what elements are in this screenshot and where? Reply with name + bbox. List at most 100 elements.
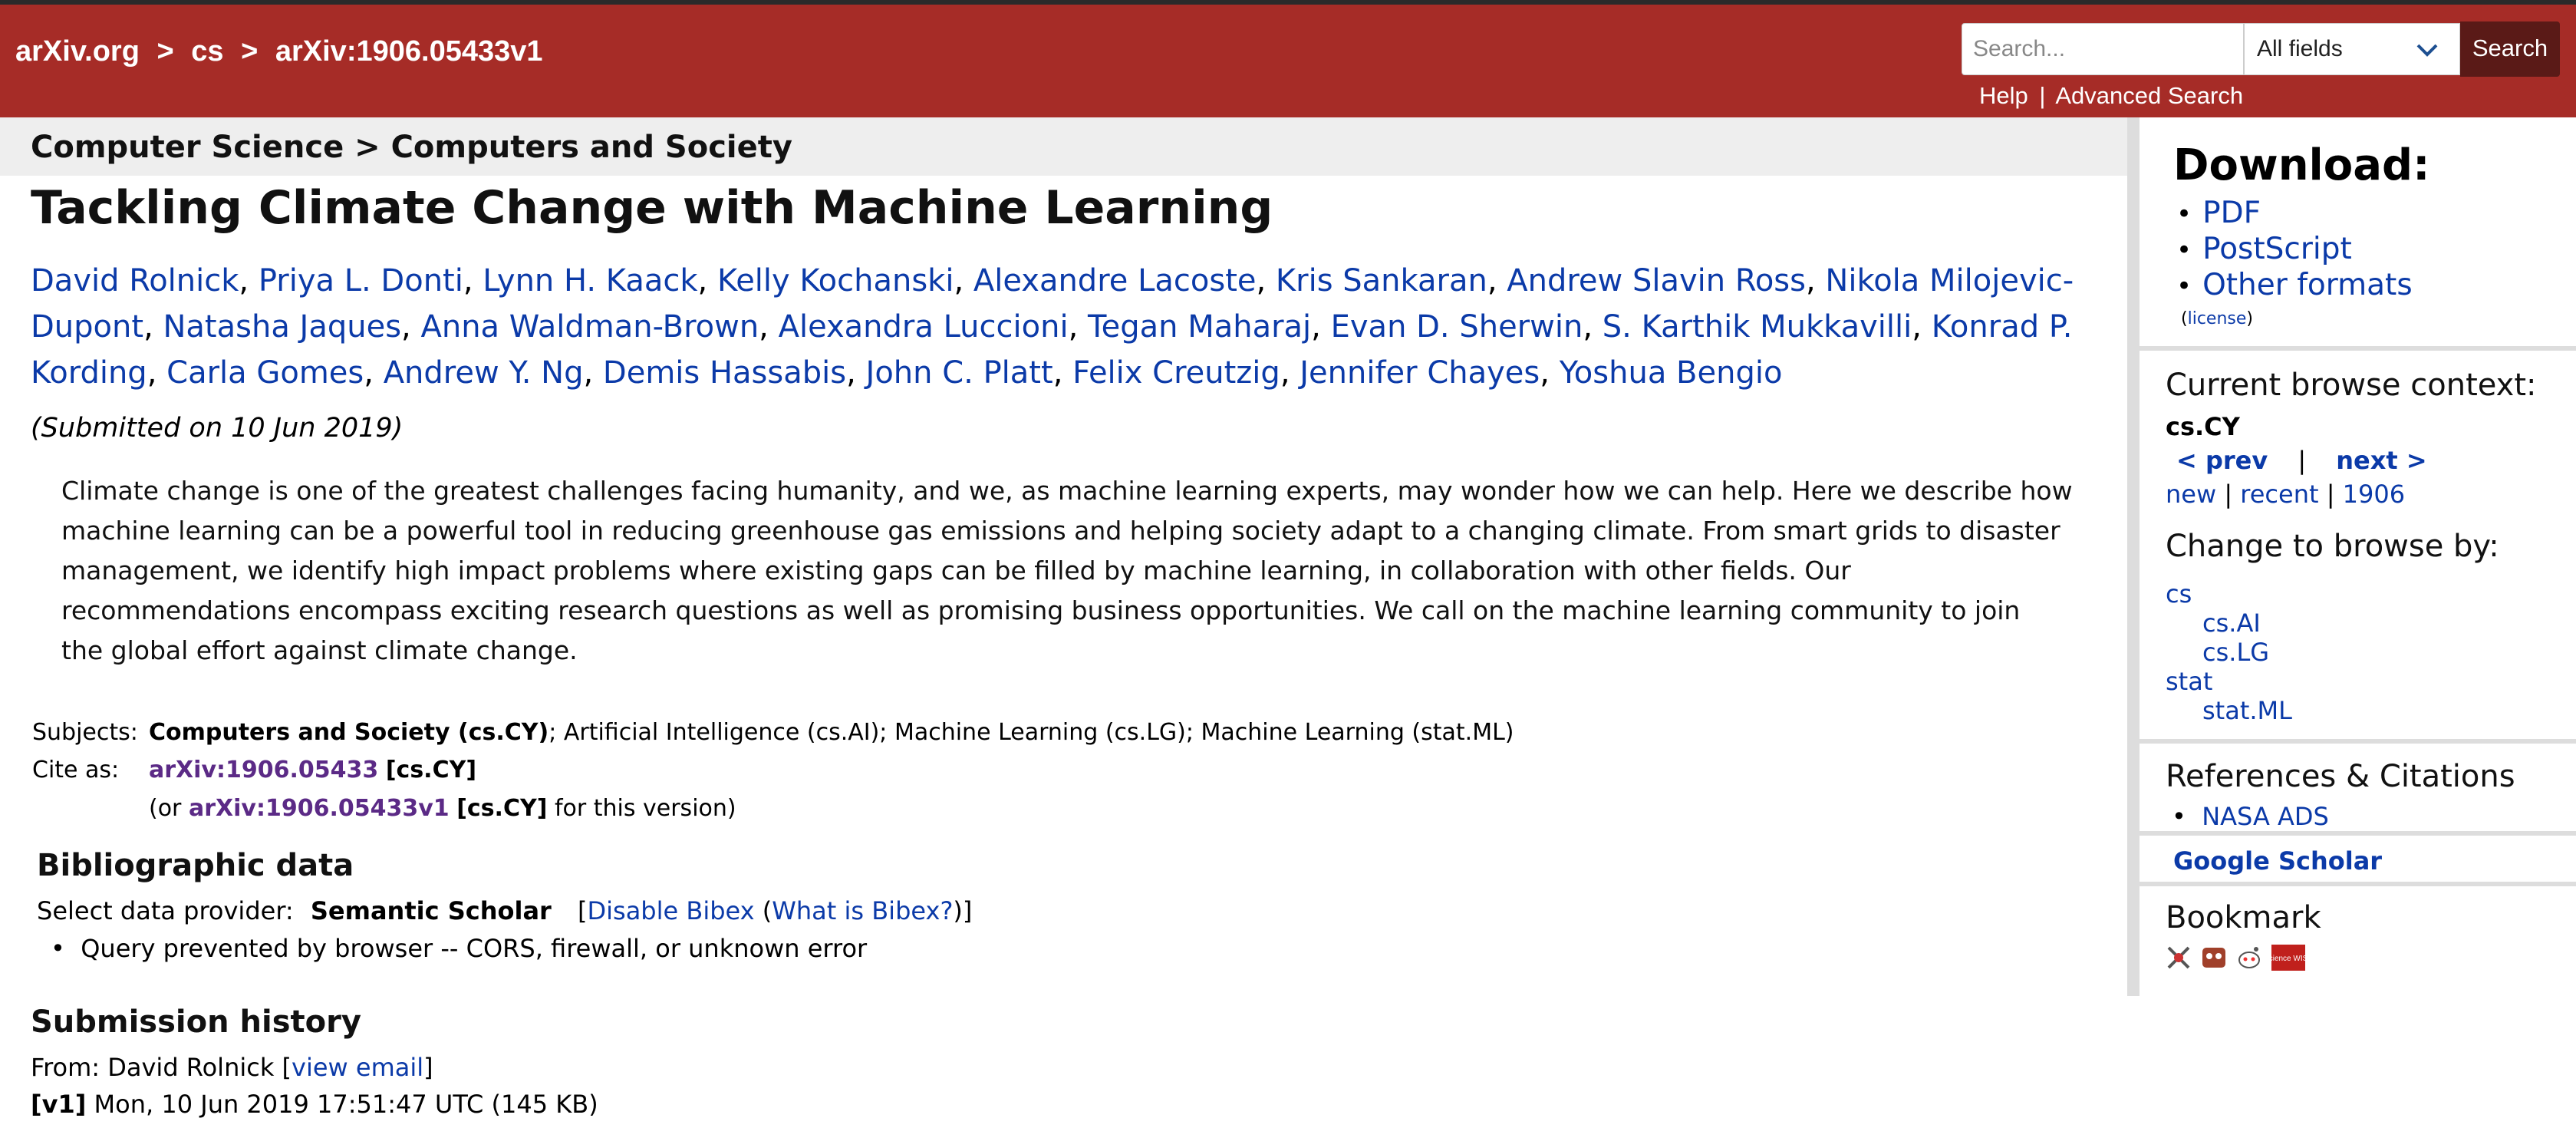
paren: ( (2181, 309, 2188, 328)
breadcrumb-separator: > (241, 35, 259, 68)
postscript-link[interactable]: PostScript (2202, 232, 2352, 266)
select-provider-label: Select data provider: (37, 896, 294, 925)
search-field-select[interactable]: All fields (2244, 23, 2460, 75)
browse-context-box: Current browse context: cs.CY < prev | n… (2140, 351, 2576, 744)
bullet-dot: • (2172, 802, 2202, 831)
version-cite-row: (or arXiv:1906.05433v1 [cs.CY] for this … (149, 795, 736, 822)
breadcrumb: arXiv.org > cs > arXiv:1906.05433v1 (15, 35, 543, 68)
cite-row: Cite as: arXiv:1906.05433 [cs.CY] (32, 757, 476, 783)
pipe: | (2326, 480, 2335, 509)
author-link[interactable]: Anna Waldman-Brown (420, 309, 759, 345)
author-link[interactable]: Felix Creutzig (1072, 355, 1280, 391)
bookmark-box: Bookmark Science WISE (2140, 886, 2576, 996)
other-formats-link[interactable]: Other formats (2202, 268, 2413, 302)
breadcrumb-cs-link[interactable]: cs (191, 35, 223, 68)
reddit-icon[interactable] (2236, 945, 2262, 971)
from-text: From: David Rolnick [ (31, 1053, 292, 1082)
author-link[interactable]: Dupont (31, 309, 143, 345)
history-v1: [v1] Mon, 10 Jun 2019 17:51:47 UTC (145 … (31, 1090, 598, 1119)
breadcrumb-paper-id: arXiv:1906.05433v1 (275, 35, 543, 68)
subjects-label: Subjects: (32, 719, 138, 746)
advanced-search-link[interactable]: Advanced Search (2055, 82, 2243, 109)
help-links: Help | Advanced Search (1979, 82, 2243, 110)
abstract-line: Climate change is one of the greatest ch… (61, 476, 2073, 506)
year-link[interactable]: 1906 (2343, 480, 2405, 509)
author-link[interactable]: Andrew Slavin Ross (1507, 263, 1806, 298)
abstract-line: machine learning can be a powerful tool … (61, 516, 2060, 546)
prev-next-row: < prev | next > (2176, 446, 2427, 475)
search-button[interactable]: Search (2460, 21, 2560, 77)
or-suffix: for this version) (554, 795, 736, 822)
prev-link[interactable]: < prev (2176, 446, 2268, 475)
author-link[interactable]: Kelly Kochanski (717, 263, 954, 298)
author-link[interactable]: Konrad P. (1932, 309, 2073, 345)
browse-cs-lg-link[interactable]: cs.LG (2202, 638, 2269, 667)
download-item: PDF (2176, 196, 2413, 232)
abstract-line: management, we identify high impact prob… (61, 556, 1851, 585)
author-link[interactable]: Yoshua Bengio (1560, 355, 1783, 391)
author-link[interactable]: David Rolnick (31, 263, 239, 298)
bookmark-title: Bookmark (2166, 900, 2321, 935)
browse-context-value: cs.CY (2166, 412, 2240, 441)
breadcrumb-separator: > (156, 35, 174, 68)
view-email-link[interactable]: view email (292, 1053, 423, 1082)
author-link[interactable]: Tegan Maharaj (1088, 309, 1311, 345)
browse-stat-link[interactable]: stat (2166, 667, 2212, 696)
search-input[interactable]: Search... (1962, 23, 2244, 75)
cite-id-link[interactable]: arXiv:1906.05433 (149, 757, 378, 783)
cite-label: Cite as: (32, 757, 120, 783)
license-link[interactable]: license (2188, 309, 2247, 328)
author-link[interactable]: Kris Sankaran (1276, 263, 1487, 298)
abstract: Climate change is one of the greatest ch… (61, 471, 2087, 671)
paren: ) (2246, 309, 2253, 328)
bibsonomy-icon[interactable] (2166, 945, 2192, 971)
author-link[interactable]: Andrew Y. Ng (384, 355, 584, 391)
new-link[interactable]: new (2166, 480, 2216, 509)
author-link[interactable]: Kording (31, 355, 147, 391)
primary-subject: Computers and Society (cs.CY) (149, 719, 549, 746)
other-subjects: ; Artificial Intelligence (cs.AI); Machi… (548, 719, 1514, 746)
browse-stat-ml-link[interactable]: stat.ML (2202, 696, 2292, 725)
bracket: [ (578, 896, 588, 925)
version-category: [cs.CY] (456, 795, 548, 822)
google-scholar-box: Google Scholar (2140, 836, 2576, 886)
help-link[interactable]: Help (1979, 82, 2028, 109)
browse-cs-ai-link[interactable]: cs.AI (2202, 609, 2261, 638)
author-link[interactable]: Carla Gomes (166, 355, 364, 391)
submission-history-heading: Submission history (31, 1004, 361, 1040)
author-link[interactable]: Evan D. Sherwin (1331, 309, 1583, 345)
browse-context-title: Current browse context: (2166, 368, 2537, 403)
next-link[interactable]: next > (2336, 446, 2426, 475)
pdf-link[interactable]: PDF (2202, 196, 2261, 230)
mendeley-icon[interactable] (2201, 945, 2227, 971)
subjects-row: Subjects: Computers and Society (cs.CY); … (32, 719, 1514, 746)
paren: ( (762, 896, 772, 925)
version-label: [v1] (31, 1090, 87, 1119)
author-link[interactable]: Alexandra Luccioni (779, 309, 1069, 345)
author-link[interactable]: John C. Platt (866, 355, 1053, 391)
author-link[interactable]: Priya L. Donti (259, 263, 463, 298)
author-link[interactable]: Demis Hassabis (603, 355, 846, 391)
what-is-bibex-link[interactable]: What is Bibex? (772, 896, 953, 925)
bracket-close: )] (953, 896, 973, 925)
breadcrumb-arxiv-link[interactable]: arXiv.org (15, 35, 140, 68)
author-link[interactable]: Lynn H. Kaack (483, 263, 697, 298)
author-link[interactable]: Natasha Jaques (163, 309, 402, 345)
author-link[interactable]: Nikola Milojevic- (1825, 263, 2074, 298)
author-link[interactable]: S. Karthik Mukkavilli (1603, 309, 1912, 345)
browse-cs-link[interactable]: cs (2166, 579, 2192, 609)
history-from: From: David Rolnick [view email] (31, 1053, 433, 1082)
author-link[interactable]: Alexandre Lacoste (973, 263, 1257, 298)
change-browse-title: Change to browse by: (2166, 529, 2499, 564)
version-date: Mon, 10 Jun 2019 17:51:47 UTC (145 KB) (94, 1090, 598, 1119)
list-links-row: new | recent | 1906 (2166, 480, 2405, 509)
sciencewise-icon[interactable]: Science WISE (2271, 945, 2305, 971)
google-scholar-link[interactable]: Google Scholar (2173, 846, 2382, 876)
download-item: Other formats (2176, 268, 2413, 304)
nasa-ads-link[interactable]: NASA ADS (2202, 802, 2329, 831)
version-id-link[interactable]: arXiv:1906.05433v1 (189, 795, 450, 822)
provider-name[interactable]: Semantic Scholar (311, 896, 552, 925)
author-link[interactable]: Jennifer Chayes (1300, 355, 1540, 391)
recent-link[interactable]: recent (2240, 480, 2318, 509)
disable-bibex-link[interactable]: Disable Bibex (587, 896, 754, 925)
